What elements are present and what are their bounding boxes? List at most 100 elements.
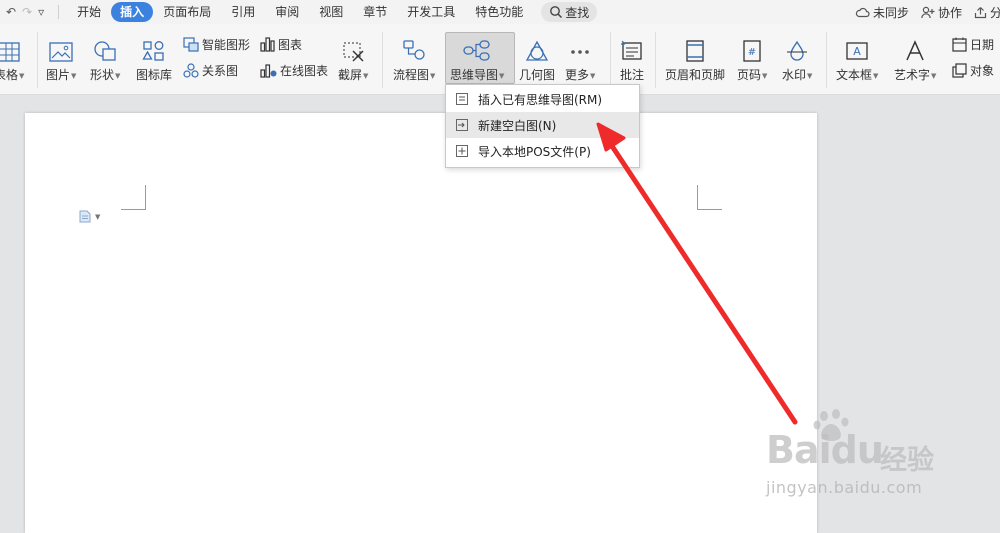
undo-icon[interactable]: ↶	[6, 5, 16, 19]
header-footer-label: 页眉和页脚	[665, 68, 726, 82]
picture-button[interactable]: 图片▼	[46, 36, 76, 83]
smart-shape-button[interactable]: 智能图形	[183, 36, 250, 53]
svg-text:A: A	[853, 45, 861, 58]
comment-icon	[621, 40, 642, 60]
screenshot-button[interactable]: 截屏▼	[338, 36, 368, 83]
baidu-jingyan-watermark: Baidu 经验 jingyan.baidu.com	[766, 408, 966, 518]
object-label: 对象	[970, 64, 995, 78]
menu-bar: ↶ ↷ ▿ 开始 插入 页面布局 引用 审阅 视图 章节 开发工具 特色功能 查…	[0, 0, 1000, 24]
bar-chart-icon	[260, 37, 275, 52]
wordart-button[interactable]: 艺术字▼	[894, 36, 936, 83]
object-icon	[952, 63, 967, 78]
chart-label: 图表	[278, 38, 303, 52]
relation-chart-button[interactable]: 关系图	[183, 62, 238, 79]
mindmap-label: 思维导图	[450, 68, 499, 82]
menu-item-new-blank-map[interactable]: 新建空白图(N)	[446, 112, 639, 138]
shape-button[interactable]: 形状▼	[90, 36, 120, 83]
chevron-down-icon: ▼	[762, 71, 768, 80]
smart-shape-label: 智能图形	[202, 38, 251, 52]
icon-library-icon	[142, 41, 164, 61]
collab-label: 协作	[937, 5, 962, 20]
chevron-down-icon: ▼	[363, 71, 369, 80]
tab-chapter[interactable]: 章节	[353, 2, 397, 22]
chevron-down-icon: ▼	[931, 71, 937, 80]
divider	[655, 32, 656, 88]
chevron-down-icon: ▼	[115, 71, 121, 80]
table-button[interactable]: 表格▼	[0, 36, 24, 83]
online-chart-button[interactable]: 在线图表	[260, 62, 328, 79]
margin-corner-mark	[697, 185, 722, 210]
comment-button[interactable]: 批注	[620, 36, 644, 83]
mindmap-dropdown-menu: 插入已有思维导图(RM) 新建空白图(N) 导入本地POS文件(P)	[445, 84, 640, 168]
shape-label: 形状	[90, 68, 115, 82]
search-button[interactable]: 查找	[541, 2, 598, 22]
document-page[interactable]: ▼	[25, 113, 817, 533]
icon-library-button[interactable]: 图标库	[136, 36, 172, 83]
tab-special-features[interactable]: 特色功能	[465, 2, 533, 22]
menu-item-label: 插入已有思维导图(RM)	[478, 92, 603, 107]
textbox-label: 文本框	[836, 68, 873, 82]
more-button[interactable]: 更多▼	[565, 36, 595, 83]
new-blank-icon	[456, 119, 468, 131]
chevron-down-icon: ▼	[873, 71, 879, 80]
calendar-icon	[952, 37, 967, 52]
watermark-button[interactable]: 水印▼	[782, 36, 812, 83]
tab-developer[interactable]: 开发工具	[397, 2, 465, 22]
table-label: 表格	[0, 68, 19, 82]
tab-view[interactable]: 视图	[309, 2, 353, 22]
chevron-down-icon: ▼	[807, 71, 813, 80]
share-icon	[974, 6, 987, 18]
page-number-icon: #	[743, 40, 761, 62]
insert-file-icon	[456, 93, 468, 105]
object-button[interactable]: 对象	[952, 62, 994, 79]
table-icon	[0, 42, 20, 62]
smart-shape-icon	[183, 37, 199, 52]
share-button[interactable]: 分	[974, 4, 1000, 21]
redo-icon[interactable]: ↷	[22, 5, 32, 19]
divider	[610, 32, 611, 88]
watermark-logo-text: Baidu	[766, 428, 884, 472]
menu-item-import-pos-file[interactable]: 导入本地POS文件(P)	[446, 138, 639, 164]
geometry-button[interactable]: 几何图	[519, 36, 555, 83]
right-actions: 未同步 协作 分	[843, 0, 1000, 24]
page-number-label: 页码	[737, 68, 762, 82]
date-button[interactable]: 日期	[952, 36, 994, 53]
tab-review[interactable]: 审阅	[265, 2, 309, 22]
add-user-icon	[921, 6, 935, 18]
divider	[382, 32, 383, 88]
date-label: 日期	[970, 38, 995, 52]
tab-insert[interactable]: 插入	[111, 2, 154, 22]
paragraph-layout-button[interactable]: ▼	[79, 210, 100, 223]
mindmap-button[interactable]: 思维导图▼	[450, 36, 504, 83]
divider	[37, 32, 38, 88]
screenshot-label: 截屏	[338, 68, 363, 82]
tab-page-layout[interactable]: 页面布局	[153, 2, 221, 22]
tab-home[interactable]: 开始	[67, 2, 111, 22]
more-icon	[571, 50, 590, 54]
menu-item-insert-existing-mindmap[interactable]: 插入已有思维导图(RM)	[446, 86, 639, 112]
header-footer-button[interactable]: 页眉和页脚	[665, 36, 725, 83]
textbox-button[interactable]: A 文本框▼	[836, 36, 878, 83]
header-footer-icon	[686, 40, 704, 62]
geometry-label: 几何图	[519, 68, 556, 82]
divider	[58, 5, 60, 19]
search-label: 查找	[565, 5, 590, 20]
tab-references[interactable]: 引用	[221, 2, 265, 22]
wordart-label: 艺术字	[894, 68, 931, 82]
geometry-icon	[525, 40, 549, 61]
flowchart-button[interactable]: 流程图▼	[393, 36, 435, 83]
more-label: 更多	[565, 68, 590, 82]
customize-dropdown-icon[interactable]: ▿	[38, 5, 44, 19]
menu-item-label: 新建空白图(N)	[478, 118, 557, 133]
sync-button[interactable]: 未同步	[855, 4, 909, 21]
comment-label: 批注	[620, 68, 645, 82]
collab-button[interactable]: 协作	[921, 4, 962, 21]
cloud-icon	[855, 7, 870, 18]
page-number-button[interactable]: # 页码▼	[737, 36, 767, 83]
search-icon	[550, 6, 563, 19]
relation-chart-label: 关系图	[202, 64, 239, 78]
mindmap-icon	[463, 40, 490, 61]
flowchart-label: 流程图	[393, 68, 430, 82]
chart-button[interactable]: 图表	[260, 36, 302, 53]
watermark-brand-text: 经验	[880, 445, 934, 476]
